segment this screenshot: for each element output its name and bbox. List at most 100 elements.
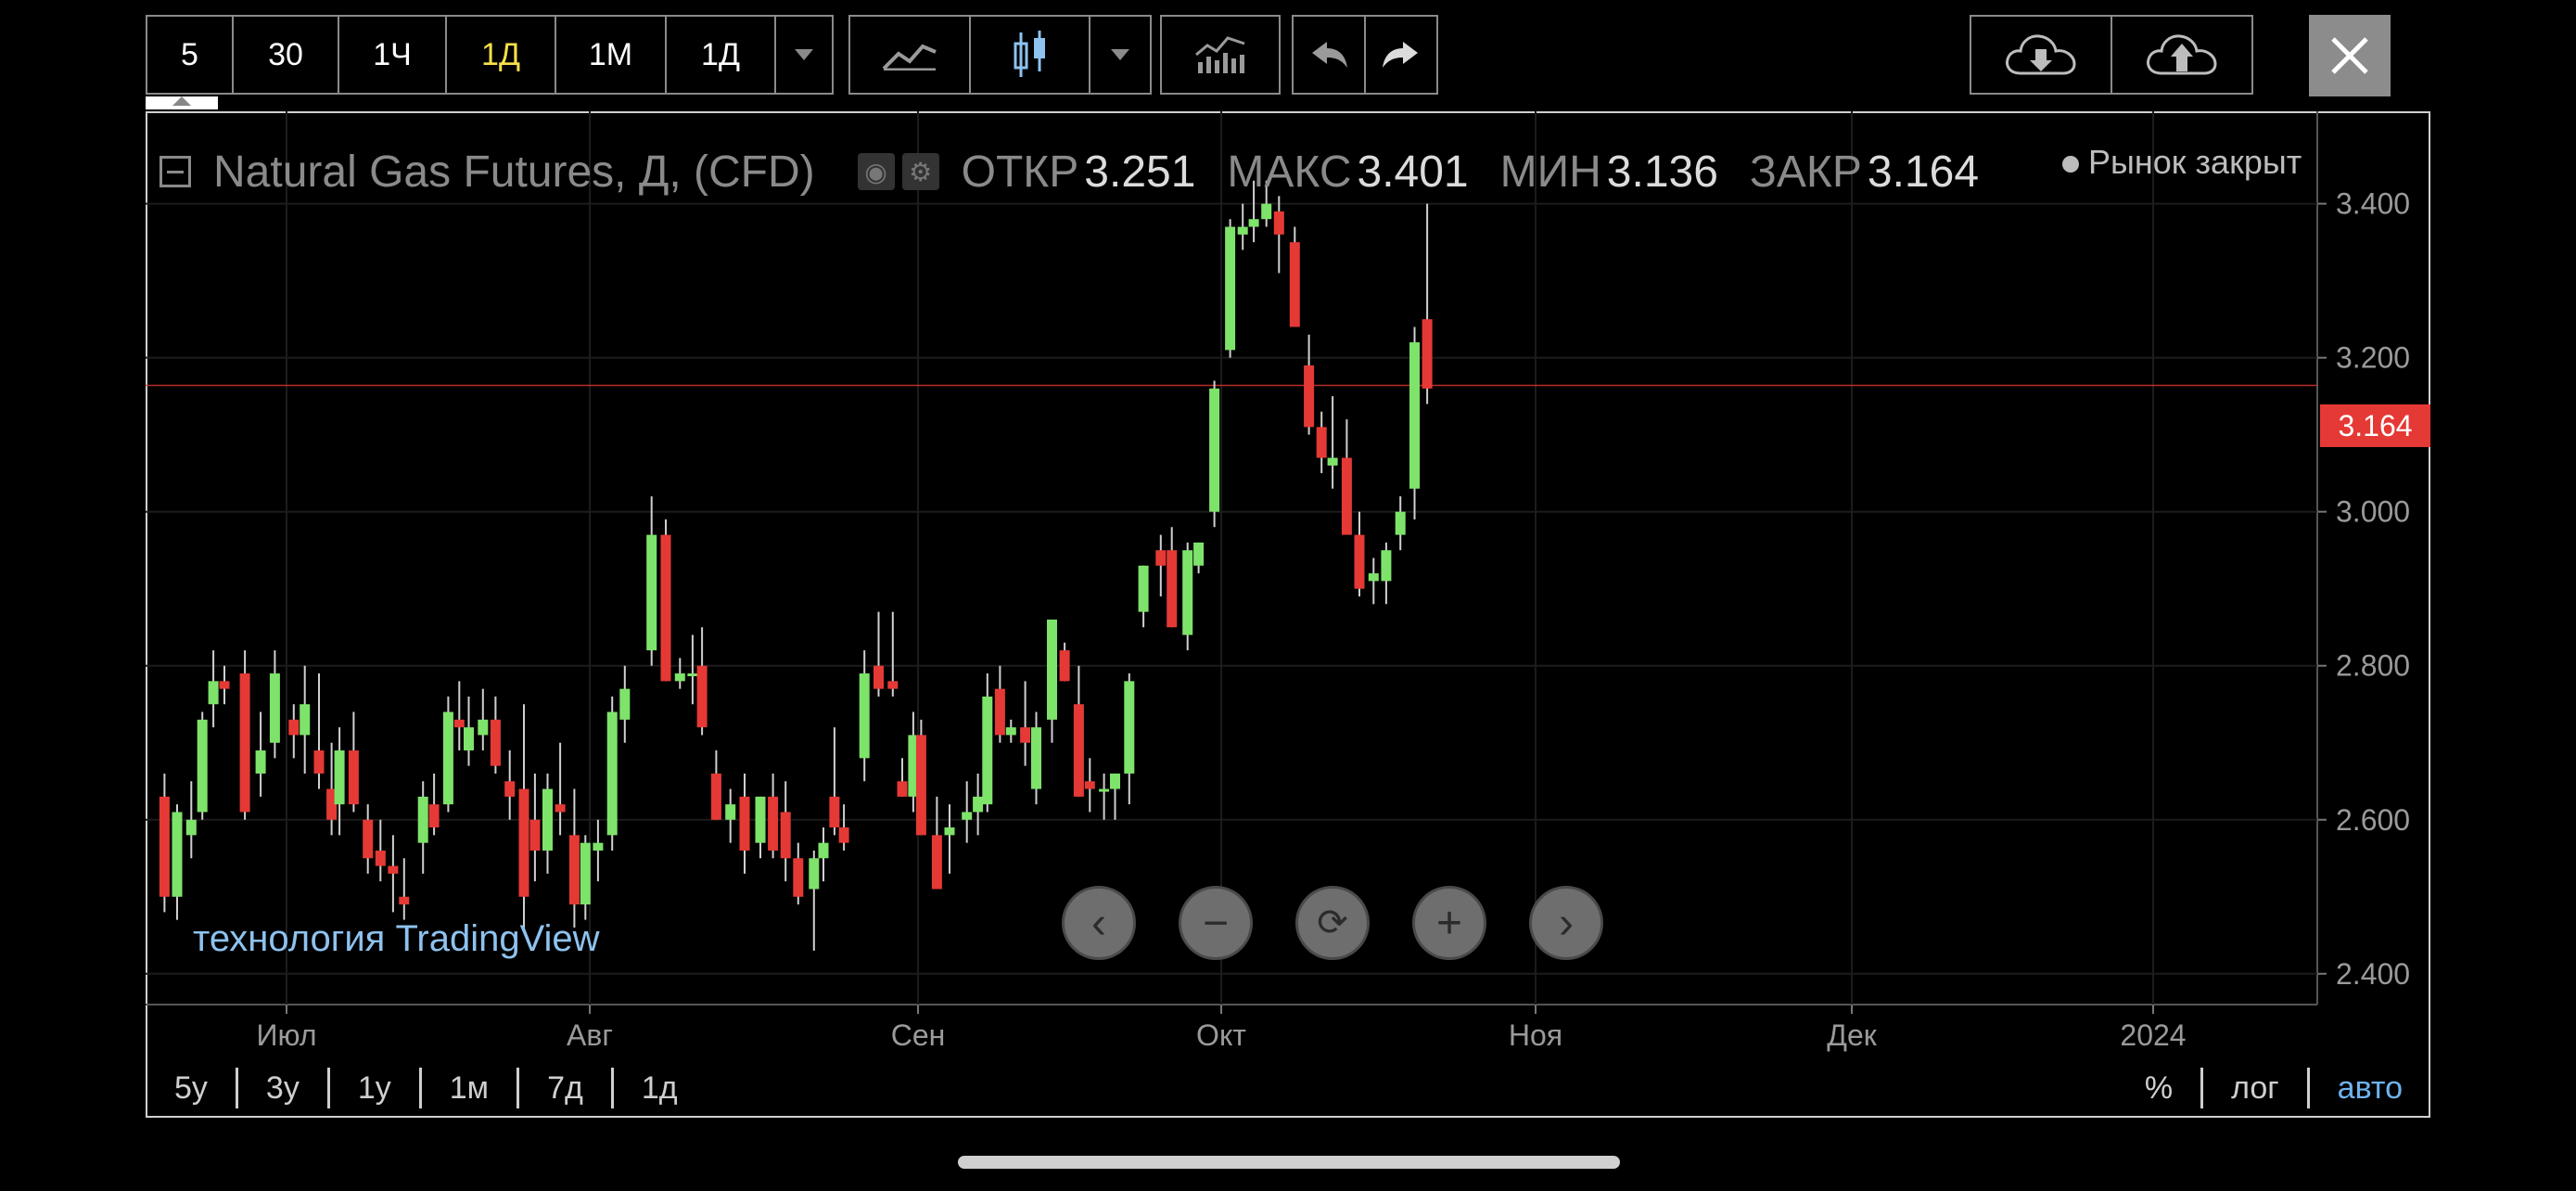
candle-body [453,719,465,728]
candle-body [1084,781,1095,789]
log-scale-button[interactable]: лог [2203,1070,2307,1107]
candle-body [1124,681,1135,774]
interval-1d-alt-button[interactable]: 1Д [667,17,776,93]
candle-body [1225,226,1236,351]
candle-body [809,858,820,890]
cloud-save-button[interactable] [2112,17,2251,93]
candle-body [973,796,984,813]
candle-body [300,704,311,736]
interval-1h-button[interactable]: 1Ч [339,17,447,93]
candle-body [464,727,474,751]
x-tick-label: 2024 [2120,1018,2186,1052]
y-tick-label: 3.400 [2336,187,2410,221]
candle-body [542,788,553,851]
candle-body [994,688,1005,736]
y-tick-label: 2.600 [2336,803,2410,837]
range-1m-button[interactable]: 1м [422,1070,516,1107]
chart-style-dropdown-button[interactable] [1090,17,1150,93]
redo-icon [1383,42,1418,68]
candle-body [674,673,685,682]
last-price-tag: 3.164 [2320,404,2430,447]
reset-button[interactable]: ⟳ [1295,886,1370,960]
candle-body [255,750,266,774]
candle-body [288,719,300,736]
candle-body [1341,457,1352,535]
candle-body [1073,704,1084,797]
candle-body [1182,550,1193,635]
x-tick-label: Сен [891,1018,946,1052]
candle-body [755,796,766,843]
interval-30-button[interactable]: 30 [234,17,339,93]
high-value: 3.401 [1357,147,1469,197]
cloud-toolbar [1970,15,2253,95]
interval-dropdown-button[interactable] [776,17,832,93]
chart-style-group [848,15,1152,95]
interval-5-button[interactable]: 5 [147,17,234,93]
tradingview-watermark[interactable]: технология TradingView [193,918,600,960]
candle-body [580,842,591,905]
candle-body [1422,319,1433,389]
chevron-down-icon [1111,49,1129,60]
candle-body [504,781,516,797]
open-value: 3.251 [1084,147,1196,197]
candle-body [1237,226,1248,235]
candle-body [1273,211,1284,235]
candle-body [334,750,345,805]
auto-scale-button[interactable]: авто [2310,1070,2430,1107]
indicators-icon [1195,36,1245,73]
scroll-right-button[interactable]: › [1529,886,1603,960]
interval-1m-button[interactable]: 1М [556,17,667,93]
candles-style-button[interactable] [971,17,1090,93]
scroll-left-button[interactable]: ‹ [1062,886,1136,960]
interval-1d-button[interactable]: 1Д [447,17,556,93]
range-3y-button[interactable]: 3y [238,1070,327,1107]
close-button[interactable] [2309,15,2391,96]
indicators-button[interactable] [1162,17,1279,93]
candle-body [1261,203,1272,220]
percent-scale-button[interactable]: % [2117,1070,2200,1107]
line-style-button[interactable] [850,17,971,93]
chevron-left-icon: ‹ [1091,898,1106,948]
undo-button[interactable] [1294,17,1366,93]
eye-icon[interactable]: ◉ [857,153,895,190]
market-status: Рынок закрыт [2062,143,2302,182]
cloud-upload-icon [2147,34,2217,75]
zoom-out-button[interactable]: − [1179,886,1253,960]
candle-body [962,812,973,820]
close-label: ЗАКР [1749,147,1862,197]
y-tick-label: 2.800 [2336,649,2410,683]
candle-body [818,842,829,859]
close-icon [2331,37,2368,74]
candle-body [897,781,908,797]
candle-body [859,673,870,759]
cloud-load-button[interactable] [1971,17,2112,93]
candle-body [915,735,926,836]
range-5y-button[interactable]: 5y [147,1070,236,1107]
candle-body [1110,773,1120,789]
candle-body [768,796,779,851]
candle-body [478,719,489,736]
history-toolbar [1292,15,1438,95]
candle-body [838,827,849,843]
symbol-title: Natural Gas Futures, Д, (CFD) [213,147,815,197]
candle-body [1304,365,1315,428]
candle-body [1381,550,1392,582]
candle-body [185,819,197,836]
redo-button[interactable] [1366,17,1436,93]
cloud-download-icon [2006,34,2076,75]
candle-body [208,681,219,705]
range-1y-button[interactable]: 1y [330,1070,419,1107]
range-7d-button[interactable]: 7д [519,1070,611,1107]
price-chart[interactable]: 3.400 3.200 3.000 2.800 2.600 2.400 Июл Авг Сен О… [146,111,2430,1118]
candle-body [874,665,884,689]
candle-body [1020,727,1031,743]
y-tick-label: 2.400 [2336,957,2410,991]
gear-icon[interactable]: ⚙ [901,153,939,190]
date-range-bar: 5y 3y 1y 1м 7д 1д [147,1065,706,1111]
candle-body [1005,727,1016,736]
legend-collapse-toggle[interactable] [159,156,191,187]
home-indicator[interactable] [958,1156,1620,1169]
range-1d-button[interactable]: 1д [614,1070,706,1107]
candle-body [1327,457,1338,466]
zoom-in-button[interactable]: + [1412,886,1486,960]
